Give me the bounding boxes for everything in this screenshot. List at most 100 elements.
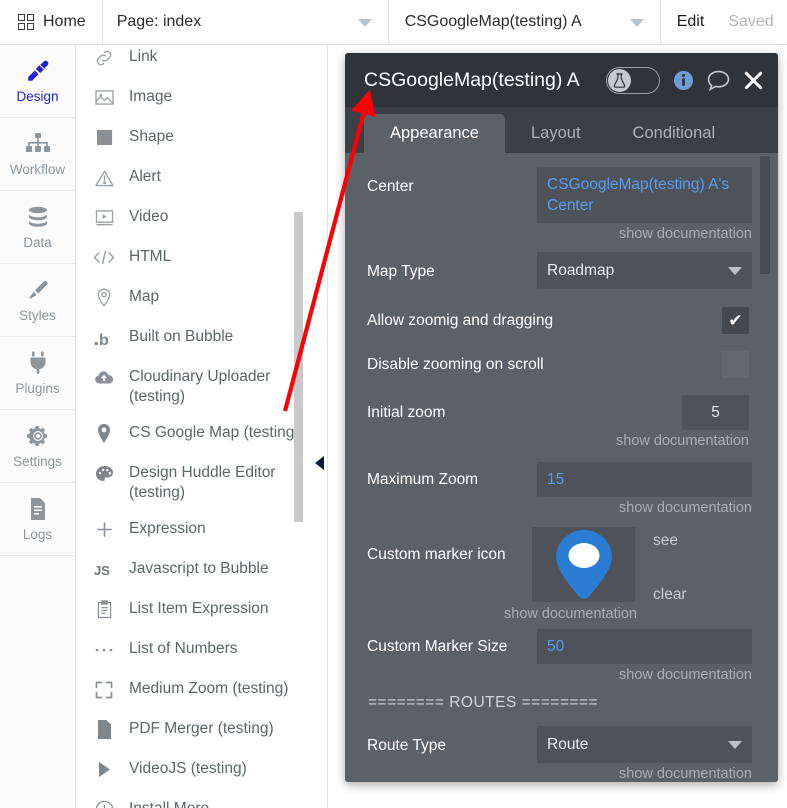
palette-label: PDF Merger (testing) — [129, 720, 274, 737]
property-editor-panel: CSGoogleMap(testing) A Appearance Layout… — [345, 53, 778, 782]
alert-icon — [93, 167, 115, 188]
chevron-down-icon — [728, 741, 742, 749]
palette-item-videojs[interactable]: VideoJS (testing) — [76, 751, 327, 791]
bubble-editor-screen: Home Page: index CSGoogleMap(testing) A … — [0, 0, 787, 808]
palette-item-built-on-bubble[interactable]: b Built on Bubble — [76, 319, 327, 359]
palette-item-map[interactable]: Map — [76, 279, 327, 319]
palette-label: List Item Expression — [129, 600, 269, 617]
plus-icon — [93, 519, 115, 540]
property-editor-tabs: Appearance Layout Conditional — [345, 107, 778, 153]
field-row-initial-zoom: Initial zoom 5 show documentation — [367, 395, 756, 450]
play-icon — [93, 759, 115, 780]
palette-item-html[interactable]: HTML — [76, 239, 327, 279]
center-value-input[interactable]: CSGoogleMap(testing) A's Center — [537, 167, 752, 223]
palette-label: Image — [129, 88, 173, 105]
chevron-down-icon — [629, 19, 644, 27]
palette-label: Video — [129, 208, 169, 225]
sidebar-item-plugins[interactable]: Plugins — [0, 337, 75, 410]
palette-item-shape[interactable]: Shape — [76, 119, 327, 159]
palette-item-expression[interactable]: Expression — [76, 511, 327, 551]
property-editor-header: CSGoogleMap(testing) A — [345, 53, 778, 107]
tab-conditional[interactable]: Conditional — [607, 114, 742, 153]
map-pin-icon — [93, 423, 115, 444]
disable-scroll-checkbox[interactable] — [722, 351, 749, 378]
field-row-map-type: Map Type Roadmap — [367, 252, 756, 289]
palette-scrollbar-thumb[interactable] — [294, 212, 303, 522]
element-selector[interactable]: CSGoogleMap(testing) A — [389, 0, 661, 44]
palette-item-medium-zoom[interactable]: Medium Zoom (testing) — [76, 671, 327, 711]
sidebar-item-styles[interactable]: Styles — [0, 264, 75, 337]
route-type-selected-value: Route — [547, 736, 589, 753]
route-type-select[interactable]: Route — [537, 726, 752, 763]
palette-item-cloudinary-uploader[interactable]: Cloudinary Uploader (testing) — [76, 359, 327, 415]
palette-item-video[interactable]: Video — [76, 199, 327, 239]
palette-item-javascript-to-bubble[interactable]: JS Javascript to Bubble — [76, 551, 327, 591]
element-palette-list: Link Image Shape Alert Video HTML Map b … — [76, 45, 327, 808]
custom-marker-size-show-documentation-link[interactable]: show documentation — [537, 666, 752, 684]
page-selector[interactable]: Page: index — [103, 0, 389, 44]
palette-label: Medium Zoom (testing) — [129, 680, 289, 697]
route-type-show-documentation-link[interactable]: show documentation — [537, 765, 752, 782]
grid-icon — [18, 14, 34, 30]
palette-label: Shape — [129, 128, 174, 145]
test-mode-toggle[interactable] — [606, 66, 660, 94]
palette-item-pdf-merger[interactable]: PDF Merger (testing) — [76, 711, 327, 751]
sidebar-item-logs[interactable]: Logs — [0, 483, 75, 556]
allow-zoom-label: Allow zoomig and dragging — [367, 311, 554, 329]
property-editor-scrollbar-thumb[interactable] — [760, 156, 770, 274]
comment-icon[interactable] — [707, 70, 730, 91]
palette-item-cs-google-map[interactable]: CS Google Map (testing) — [76, 415, 327, 455]
workflow-icon — [25, 131, 51, 157]
clipboard-icon — [93, 599, 115, 620]
palette-label: Alert — [129, 168, 161, 185]
palette-item-alert[interactable]: Alert — [76, 159, 327, 199]
maximum-zoom-label: Maximum Zoom — [367, 471, 479, 488]
top-bar: Home Page: index CSGoogleMap(testing) A … — [0, 0, 787, 45]
tab-layout[interactable]: Layout — [505, 114, 607, 153]
image-icon — [93, 87, 115, 108]
palette-item-image[interactable]: Image — [76, 79, 327, 119]
sidebar-item-workflow[interactable]: Workflow — [0, 118, 75, 191]
info-icon[interactable] — [673, 70, 694, 91]
palette-item-list-item-expression[interactable]: List Item Expression — [76, 591, 327, 631]
palette-item-link[interactable]: Link — [76, 45, 327, 79]
palette-label: Cloudinary Uploader (testing) — [129, 368, 271, 405]
palette-item-design-huddle-editor[interactable]: Design Huddle Editor (testing) — [76, 455, 327, 511]
sidebar-item-settings[interactable]: Settings — [0, 410, 75, 483]
sidebar-item-data[interactable]: Data — [0, 191, 75, 264]
brush-icon — [26, 277, 50, 303]
custom-marker-see-link[interactable]: see — [653, 527, 747, 550]
initial-zoom-input[interactable]: 5 — [682, 395, 749, 430]
palette-item-install-more[interactable]: Install More — [76, 791, 327, 808]
chevron-down-icon — [357, 19, 372, 27]
home-button[interactable]: Home — [0, 0, 103, 44]
custom-marker-size-label: Custom Marker Size — [367, 638, 508, 655]
palette-item-list-of-numbers[interactable]: List of Numbers — [76, 631, 327, 671]
document-icon — [28, 496, 48, 522]
maximum-zoom-input[interactable]: 15 — [537, 462, 752, 497]
edit-mode-button[interactable]: Edit — [661, 0, 717, 44]
palette-label: Expression — [129, 520, 206, 537]
center-show-documentation-link[interactable]: show documentation — [537, 225, 752, 243]
allow-zoom-checkbox[interactable]: ✔ — [722, 307, 749, 334]
custom-marker-clear-link[interactable]: clear — [653, 550, 747, 604]
palette-label: Link — [129, 48, 158, 65]
maximum-zoom-show-documentation-link[interactable]: show documentation — [537, 499, 752, 517]
map-type-select[interactable]: Roadmap — [537, 252, 752, 289]
property-editor-body: Center CSGoogleMap(testing) A's Center s… — [345, 153, 778, 782]
collapse-panel-arrow-icon[interactable] — [315, 456, 324, 470]
custom-marker-preview[interactable] — [532, 527, 635, 602]
tab-appearance[interactable]: Appearance — [364, 114, 505, 153]
custom-marker-show-documentation-link[interactable]: show documentation — [467, 605, 637, 623]
route-type-label: Route Type — [367, 737, 446, 754]
close-icon[interactable] — [743, 70, 764, 91]
custom-marker-size-input[interactable]: 50 — [537, 629, 752, 664]
initial-zoom-show-documentation-link[interactable]: show documentation — [527, 432, 749, 450]
gear-icon — [26, 423, 50, 449]
sidebar-label-styles: Styles — [19, 308, 56, 323]
map-type-label: Map Type — [367, 263, 435, 280]
palette-label: Built on Bubble — [129, 328, 234, 345]
sidebar-item-design[interactable]: Design — [0, 45, 75, 118]
disable-scroll-label: Disable zooming on scroll — [367, 355, 544, 373]
map-marker-preview-icon — [555, 529, 612, 599]
